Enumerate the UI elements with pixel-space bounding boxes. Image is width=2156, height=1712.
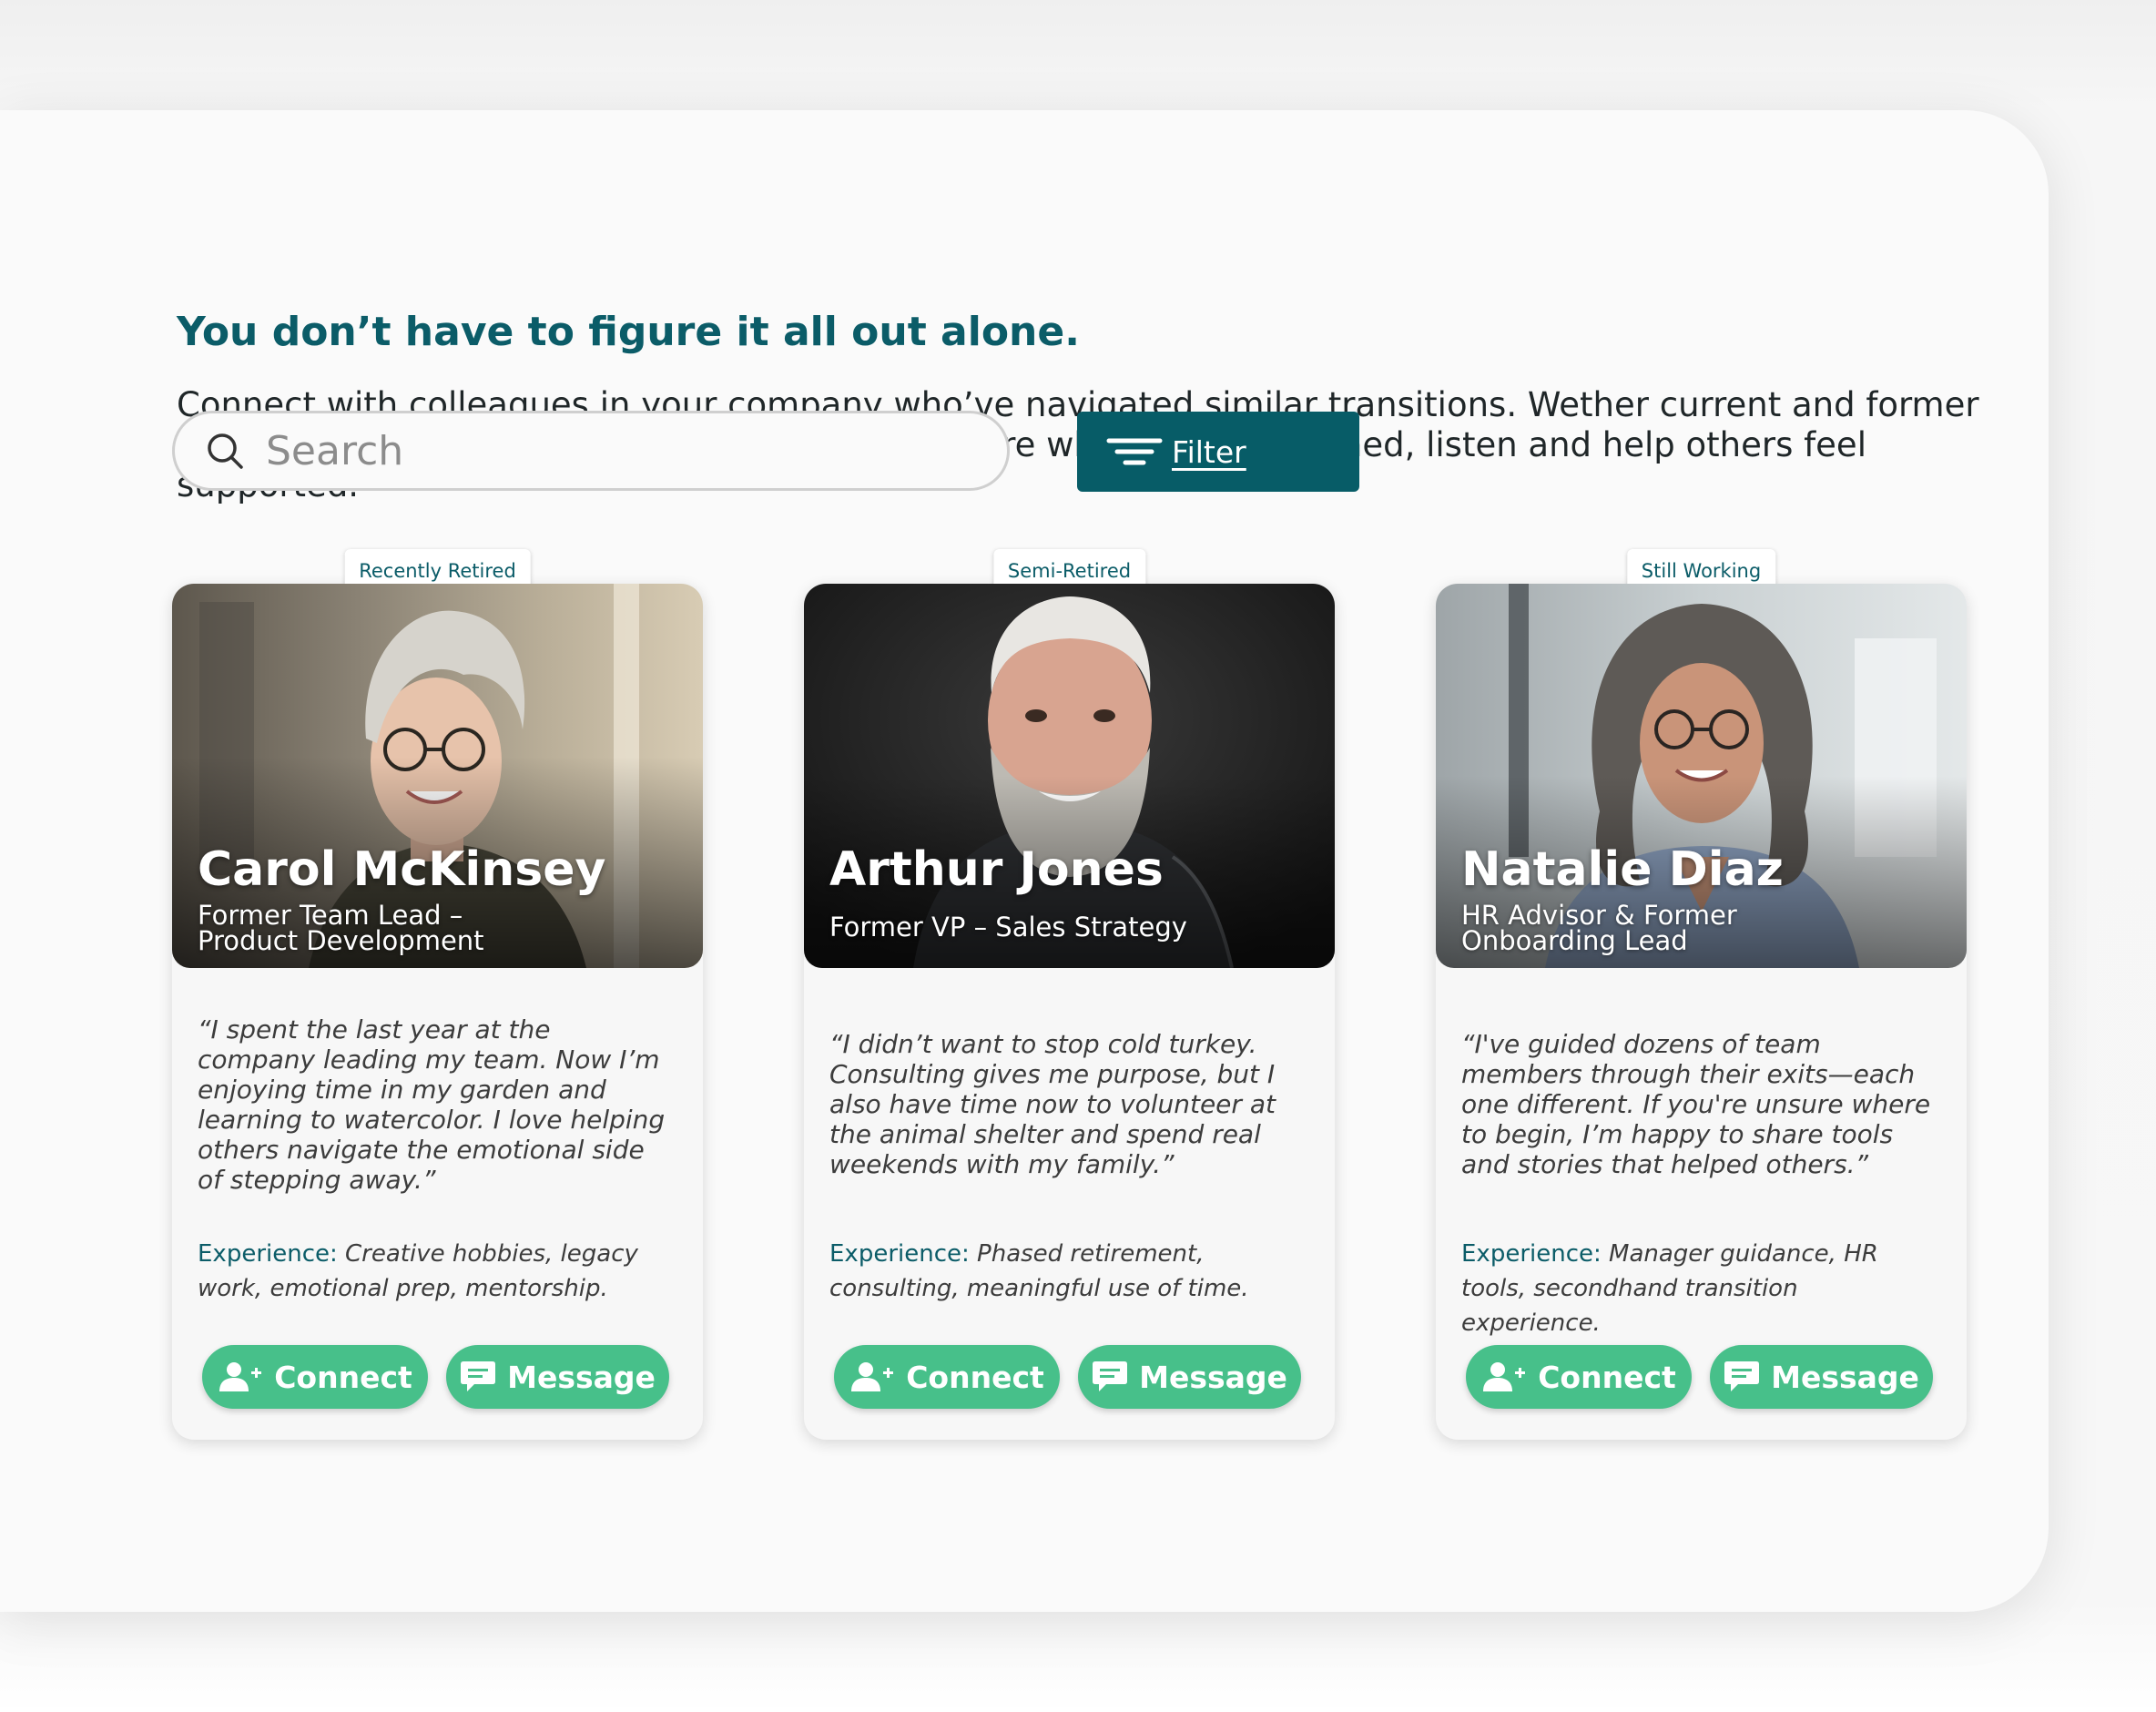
message-button[interactable]: Message <box>1078 1345 1301 1409</box>
profile-photo <box>804 584 1335 968</box>
search-input[interactable] <box>264 426 960 475</box>
add-user-icon <box>218 1360 263 1393</box>
peer-experience: Experience: Creative hobbies, legacy wor… <box>198 1237 680 1306</box>
peer-name: Natalie Diaz <box>1461 842 1784 897</box>
peer-quote: “I didn’t want to stop cold turkey. Cons… <box>829 1029 1276 1179</box>
content-panel: You don’t have to figure it all out alon… <box>0 110 2049 1612</box>
peer-role: Former Team Lead – Product Development <box>198 900 484 956</box>
peer-card-arthur: Semi-Retired Arthur Jones Former VP – Sa… <box>804 549 1335 1440</box>
chat-bubble-icon <box>1092 1360 1128 1394</box>
search-icon <box>206 432 244 470</box>
message-label: Message <box>1139 1359 1287 1395</box>
chat-bubble-icon <box>1724 1360 1760 1394</box>
peer-card-carol: Recently Retired Carol McKinsey Former T… <box>172 549 703 1440</box>
connect-label: Connect <box>274 1359 412 1395</box>
filter-icon <box>1106 436 1163 467</box>
peer-role: Former VP – Sales Strategy <box>829 912 1187 943</box>
peer-name: Arthur Jones <box>829 842 1164 897</box>
filter-button[interactable]: Filter <box>1077 412 1359 492</box>
search-box[interactable] <box>172 411 1010 491</box>
experience-label: Experience: <box>1461 1240 1602 1268</box>
add-user-icon <box>1481 1360 1527 1393</box>
peer-experience: Experience: Manager guidance, HR tools, … <box>1461 1237 1944 1340</box>
connect-button[interactable]: Connect <box>202 1345 428 1409</box>
peer-experience: Experience: Phased retirement, consultin… <box>829 1237 1312 1306</box>
message-label: Message <box>1771 1359 1919 1395</box>
experience-label: Experience: <box>829 1240 970 1268</box>
connect-button[interactable]: Connect <box>1466 1345 1692 1409</box>
connect-label: Connect <box>906 1359 1044 1395</box>
connect-label: Connect <box>1538 1359 1676 1395</box>
connect-button[interactable]: Connect <box>834 1345 1060 1409</box>
peer-quote: “I spent the last year at the company le… <box>198 1014 666 1195</box>
peer-name: Carol McKinsey <box>198 842 606 897</box>
peer-card-natalie: Still Working Natalie Diaz HR Advisor & … <box>1436 549 1967 1440</box>
message-button[interactable]: Message <box>1710 1345 1933 1409</box>
experience-label: Experience: <box>198 1240 338 1268</box>
peer-quote: “I've guided dozens of team members thro… <box>1461 1029 1931 1179</box>
filter-label: Filter <box>1172 433 1246 470</box>
chat-bubble-icon <box>460 1360 496 1394</box>
message-label: Message <box>507 1359 656 1395</box>
message-button[interactable]: Message <box>446 1345 669 1409</box>
peer-role: HR Advisor & Former Onboarding Lead <box>1461 900 1737 956</box>
add-user-icon <box>849 1360 895 1393</box>
page-title: You don’t have to figure it all out alon… <box>177 309 1080 355</box>
